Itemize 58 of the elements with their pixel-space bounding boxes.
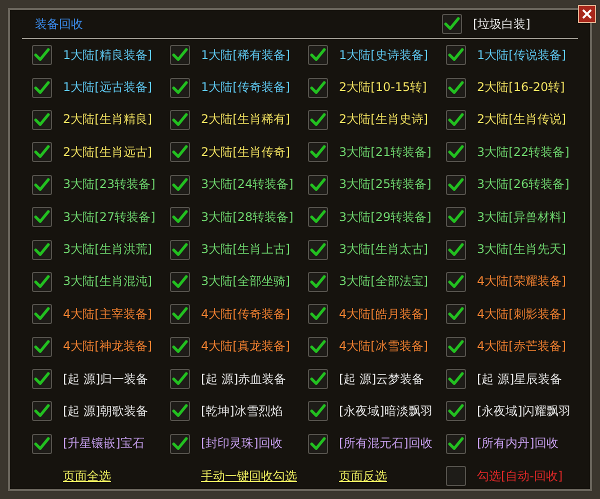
checkbox-label: 3大陆[23转装备] [63,176,156,194]
checkbox-label: 2大陆[生肖传奇] [201,144,290,161]
checkbox-label: [所有内丹]回收 [477,435,558,452]
checkbox-label: 1大陆[传说装备] [477,46,566,64]
checkbox-label: 4大陆[荣耀装备] [477,273,566,290]
checkbox-label: 3大陆[全部法宝] [339,273,428,290]
checkbox-label: [起 源]朝歌装备 [63,402,148,420]
checkbox-label: [升星镶嵌]宝石 [63,435,144,452]
checkbox-label: [封印灵珠]回收 [201,435,282,452]
link[interactable]: 页面反选 [339,468,387,483]
checkbox-label: 3大陆[24转装备] [201,176,294,194]
checkbox-label: 2大陆[16-20转] [477,79,565,96]
checkbox-label: 1大陆[史诗装备] [339,46,428,64]
checkbox-label: 勾选[自动-回收] [477,468,563,485]
checkbox-label: [起 源]赤血装备 [201,370,286,388]
checkbox-label: [垃圾白装] [473,16,530,32]
checkbox-label: 3大陆[22转装备] [477,144,570,161]
checkbox-label: 3大陆[生肖上古] [201,241,290,258]
checkbox-label: 2大陆[生肖远古] [63,144,152,161]
checkbox-label: 1大陆[精良装备] [63,46,152,64]
checkbox-label: 3大陆[异兽材料] [477,208,566,226]
checkbox-label: 3大陆[21转装备] [339,144,432,161]
checkbox-label: [起 源]云梦装备 [339,370,424,388]
checkbox-label: 1大陆[稀有装备] [201,46,290,64]
checkbox-label: 2大陆[生肖传说] [477,111,566,128]
checkbox-label: 3大陆[29转装备] [339,208,432,226]
checkbox-label: 3大陆[生肖混沌] [63,273,152,290]
checkbox-label: 3大陆[生肖洪荒] [63,241,152,258]
checkbox-label: 3大陆[生肖先天] [477,241,566,258]
checkbox-label: 4大陆[真龙装备] [201,338,290,356]
checkbox-label: 2大陆[生肖精良] [63,111,152,128]
checkbox-label: 3大陆[27转装备] [63,208,156,226]
checkbox-label: [所有混元石]回收 [339,435,432,452]
link[interactable]: 页面全选 [63,468,111,483]
checkbox-label: 1大陆[远古装备] [63,79,152,96]
checkbox-label: 4大陆[皓月装备] [339,306,428,323]
checkbox-label: 4大陆[冰雪装备] [339,338,428,356]
link[interactable]: 手动一键回收勾选 [201,468,297,483]
checkbox-label: 4大陆[赤芒装备] [477,338,566,356]
checkbox-label: 3大陆[28转装备] [201,208,294,226]
checkbox-label: 4大陆[主宰装备] [63,306,152,323]
checkbox-label: 2大陆[10-15转] [339,79,427,96]
checkbox-label: 2大陆[生肖史诗] [339,111,428,128]
checkbox-label: 3大陆[26转装备] [477,176,570,194]
checkbox-label: [永夜域]闪耀飘羽 [477,402,570,420]
checkbox-label: 1大陆[传奇装备] [201,79,290,96]
checkbox-label: 4大陆[刺影装备] [477,306,566,323]
checkbox-label: 4大陆[神龙装备] [63,338,152,356]
checkbox-label: 3大陆[全部坐骑] [201,273,290,290]
checkbox-label: 2大陆[生肖稀有] [201,111,290,128]
checkbox-label: [起 源]星辰装备 [477,370,562,388]
checkbox-label: 3大陆[生肖太古] [339,241,428,258]
window-title: 装备回收 [35,16,84,32]
checkbox-label: 4大陆[传奇装备] [201,306,290,323]
checkbox-label: 3大陆[25转装备] [339,176,432,194]
checkbox-label: [乾坤]冰雪烈焰 [201,402,282,420]
checkbox-label: [永夜域]暗淡飘羽 [339,402,432,420]
checkbox-label: [起 源]归一装备 [63,370,148,388]
